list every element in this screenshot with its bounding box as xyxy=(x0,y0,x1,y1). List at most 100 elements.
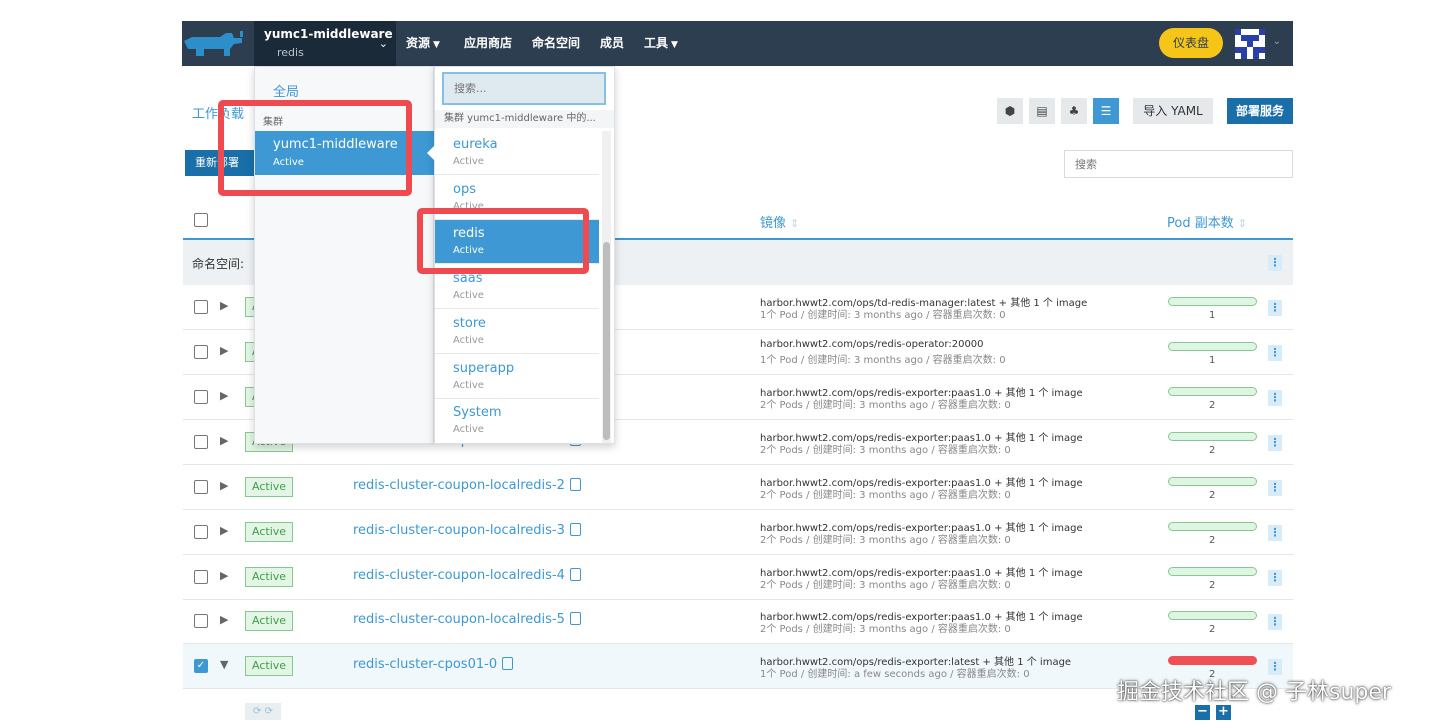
chevron-down-icon: ▼ xyxy=(433,40,440,50)
dropdown-global-link[interactable]: 全局 xyxy=(273,81,299,100)
row-actions-menu-icon[interactable]: ⋮ xyxy=(1268,570,1282,586)
namespace-item-superapp[interactable]: superapp Active xyxy=(435,355,599,399)
workload-name-link[interactable]: redis-cluster-cpos01-0 xyxy=(353,657,514,672)
workload-name-link[interactable]: redis-cluster-coupon-localredis-3 xyxy=(353,523,581,538)
list-view-icon[interactable]: ▤ xyxy=(1029,98,1055,124)
pod-count: 2 xyxy=(1209,400,1216,411)
row-meta: 1个 Pod / 创建时间: a few seconds ago / 容器重启次… xyxy=(760,669,1030,680)
collapse-icon[interactable]: ▼ xyxy=(220,658,228,671)
scale-up-button[interactable]: + xyxy=(1216,705,1231,720)
pod-status-bar[interactable] xyxy=(1168,522,1257,531)
expand-icon[interactable]: ▶ xyxy=(220,613,228,626)
nav-namespaces[interactable]: 命名空间 xyxy=(532,21,580,66)
highlight-box-cluster xyxy=(218,100,412,196)
pod-status-bar[interactable] xyxy=(1168,611,1257,620)
status-badge: Active xyxy=(245,477,294,497)
namespace-search-input[interactable] xyxy=(442,72,606,105)
pod-status-bar[interactable] xyxy=(1168,342,1257,351)
row-meta: 1个 Pod / 创建时间: 3 months ago / 容器重启次数: 0 xyxy=(760,355,1006,366)
document-icon[interactable] xyxy=(502,657,514,670)
row-checkbox[interactable] xyxy=(194,300,208,314)
cluster-namespace-selector[interactable]: yumc1-middleware redis ⌄ xyxy=(254,21,396,66)
column-header-image[interactable]: 镜像 ⇕ xyxy=(760,212,799,231)
group-view-icon[interactable]: ♣ xyxy=(1061,98,1087,124)
loading-spinner-icon: ⟳ ⟳ xyxy=(245,703,281,720)
pod-count: 2 xyxy=(1209,445,1216,456)
row-meta: 2个 Pods / 创建时间: 3 months ago / 容器重启次数: 0 xyxy=(760,624,1011,635)
row-actions-menu-icon[interactable]: ⋮ xyxy=(1268,390,1282,406)
namespace-section-hint: 集群 yumc1-middleware 中的... xyxy=(435,110,614,128)
row-checkbox[interactable] xyxy=(194,390,208,404)
row-actions-menu-icon[interactable]: ⋮ xyxy=(1268,300,1282,316)
row-meta: 2个 Pods / 创建时间: 3 months ago / 容器重启次数: 0 xyxy=(760,490,1011,501)
namespace-scrollbar-thumb[interactable] xyxy=(603,242,610,440)
expand-icon[interactable]: ▶ xyxy=(220,479,228,492)
row-actions-menu-icon[interactable]: ⋮ xyxy=(1268,435,1282,451)
expand-icon[interactable]: ▶ xyxy=(220,299,228,312)
row-actions-menu-icon[interactable]: ⋮ xyxy=(1268,614,1282,630)
nav-members[interactable]: 成员 xyxy=(600,21,624,66)
highlight-box-namespace xyxy=(417,208,589,274)
pod-status-bar[interactable] xyxy=(1168,297,1257,306)
status-badge: Active xyxy=(245,522,294,542)
table-row: ▶ Active redis-cluster-coupon-localredis… xyxy=(183,599,1293,644)
chevron-down-icon[interactable]: ⌄ xyxy=(1273,36,1281,47)
namespace-item-system[interactable]: System Active xyxy=(435,399,599,443)
pod-count: 2 xyxy=(1209,624,1216,635)
chevron-down-icon: ⌄ xyxy=(378,37,388,50)
nav-app-store[interactable]: 应用商店 xyxy=(464,21,512,66)
row-checkbox[interactable] xyxy=(194,614,208,628)
pod-status-bar[interactable] xyxy=(1168,567,1257,576)
import-yaml-button[interactable]: 导入 YAML xyxy=(1133,98,1213,124)
search-input[interactable] xyxy=(1064,150,1293,178)
row-actions-menu-icon[interactable]: ⋮ xyxy=(1268,659,1282,675)
column-header-pods[interactable]: Pod 副本数 ⇕ xyxy=(1167,212,1247,231)
top-nav-bar: yumc1-middleware redis ⌄ 资源 ▼ 应用商店 命名空间 成… xyxy=(182,21,1293,66)
row-actions-menu-icon[interactable]: ⋮ xyxy=(1268,345,1282,361)
pod-count: 2 xyxy=(1209,490,1216,501)
namespace-item-store[interactable]: store Active xyxy=(435,310,599,354)
rancher-logo-icon[interactable] xyxy=(182,29,248,59)
select-all-checkbox[interactable] xyxy=(194,213,208,227)
namespace-item-eureka[interactable]: eureka Active xyxy=(435,131,599,175)
expand-icon[interactable]: ▶ xyxy=(220,434,228,447)
pod-status-bar[interactable] xyxy=(1168,432,1257,441)
row-checkbox[interactable] xyxy=(194,570,208,584)
pod-status-bar[interactable] xyxy=(1168,387,1257,396)
row-checkbox[interactable]: ✓ xyxy=(194,659,208,673)
row-checkbox[interactable] xyxy=(194,345,208,359)
expand-icon[interactable]: ▶ xyxy=(220,344,228,357)
flat-list-view-icon[interactable]: ☰ xyxy=(1093,98,1119,124)
deploy-button[interactable]: 部署服务 xyxy=(1227,98,1293,124)
expand-icon[interactable]: ▶ xyxy=(220,569,228,582)
nav-resources[interactable]: 资源 ▼ xyxy=(406,21,440,66)
expand-icon[interactable]: ▶ xyxy=(220,389,228,402)
nav-tools[interactable]: 工具 ▼ xyxy=(644,21,678,66)
pod-count: 1 xyxy=(1209,310,1216,321)
pod-status-bar[interactable] xyxy=(1168,477,1257,486)
workload-name-link[interactable]: redis-cluster-coupon-localredis-5 xyxy=(353,612,581,627)
document-icon[interactable] xyxy=(569,478,581,491)
row-actions-menu-icon[interactable]: ⋮ xyxy=(1268,480,1282,496)
watermark-text: 掘金技术社区 @ 子林super xyxy=(1117,680,1391,705)
sort-icon: ⇕ xyxy=(790,217,800,230)
pod-status-bar-error[interactable] xyxy=(1168,656,1257,665)
document-icon[interactable] xyxy=(569,568,581,581)
workload-name-link[interactable]: redis-cluster-coupon-localredis-4 xyxy=(353,568,581,583)
node-view-icon[interactable]: ⬢ xyxy=(997,98,1023,124)
row-checkbox[interactable] xyxy=(194,435,208,449)
group-actions-menu-icon[interactable]: ⋮ xyxy=(1268,255,1282,271)
namespace-group-label: 命名空间: xyxy=(192,257,245,271)
document-icon[interactable] xyxy=(569,612,581,625)
table-row: ▶ Active redis-cluster-coupon-localredis… xyxy=(183,555,1293,600)
row-meta: 2个 Pods / 创建时间: 3 months ago / 容器重启次数: 0 xyxy=(760,580,1011,591)
row-checkbox[interactable] xyxy=(194,480,208,494)
avatar[interactable] xyxy=(1235,29,1265,59)
row-checkbox[interactable] xyxy=(194,525,208,539)
row-actions-menu-icon[interactable]: ⋮ xyxy=(1268,525,1282,541)
scale-down-button[interactable]: − xyxy=(1195,705,1210,720)
expand-icon[interactable]: ▶ xyxy=(220,524,228,537)
document-icon[interactable] xyxy=(569,523,581,536)
workload-name-link[interactable]: redis-cluster-coupon-localredis-2 xyxy=(353,478,581,493)
dashboard-button[interactable]: 仪表盘 xyxy=(1159,28,1223,58)
